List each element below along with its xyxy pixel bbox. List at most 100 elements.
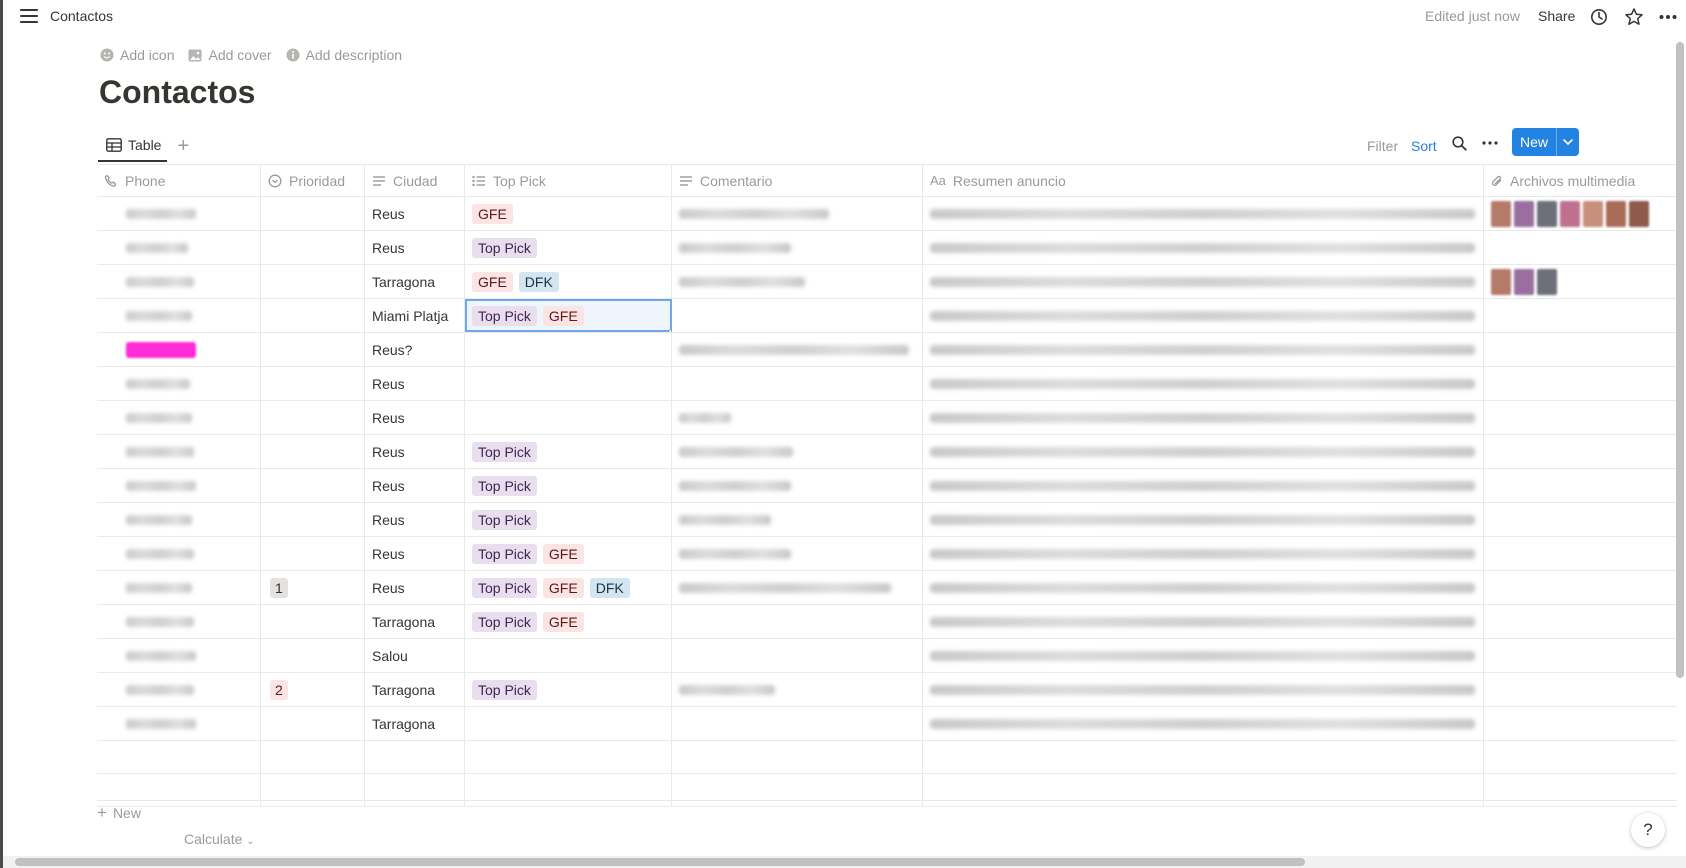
ciudad-cell[interactable]: Miami Platja (365, 299, 465, 332)
media-cell[interactable] (1484, 299, 1677, 332)
add-icon-button[interactable]: Add icon (100, 47, 174, 63)
resumen-cell[interactable] (923, 265, 1484, 298)
ciudad-cell[interactable]: Salou (365, 639, 465, 672)
ciudad-cell[interactable]: Reus (365, 469, 465, 502)
prioridad-cell[interactable] (261, 503, 365, 536)
comentario-cell[interactable] (672, 469, 923, 502)
comentario-cell[interactable] (672, 605, 923, 638)
horizontal-scrollbar[interactable] (3, 856, 1686, 868)
column-header-phone[interactable]: Phone (97, 165, 261, 196)
phone-cell[interactable] (97, 605, 261, 638)
comentario-cell[interactable] (672, 673, 923, 706)
resumen-cell[interactable] (923, 605, 1484, 638)
resumen-cell[interactable] (923, 503, 1484, 536)
ciudad-cell[interactable]: Reus (365, 367, 465, 400)
top-pick-cell[interactable]: Top Pick (465, 231, 672, 264)
more-options-icon[interactable] (1657, 6, 1679, 28)
top-pick-cell[interactable]: Top Pick GFE (465, 299, 672, 332)
resumen-cell[interactable] (923, 401, 1484, 434)
top-pick-cell[interactable]: GFE DFK (465, 265, 672, 298)
comentario-cell[interactable] (672, 265, 923, 298)
prioridad-cell[interactable] (261, 401, 365, 434)
media-thumbnail[interactable] (1583, 200, 1603, 227)
view-options-icon[interactable] (1479, 132, 1501, 154)
comentario-cell[interactable] (672, 299, 923, 332)
media-cell[interactable] (1484, 707, 1677, 740)
media-thumbnail[interactable] (1537, 268, 1557, 295)
resumen-cell[interactable] (923, 333, 1484, 366)
phone-cell[interactable] (97, 469, 261, 502)
sidebar-menu-icon[interactable] (19, 7, 39, 25)
ciudad-cell[interactable]: Tarragona (365, 605, 465, 638)
media-cell[interactable] (1484, 469, 1677, 502)
calculate-button[interactable]: Calculate ⌄ (184, 831, 255, 847)
table-row[interactable]: Reus Top Pick (97, 231, 1677, 265)
table-row[interactable]: Reus GFE (97, 197, 1677, 231)
phone-cell[interactable] (97, 503, 261, 536)
resumen-cell[interactable] (923, 367, 1484, 400)
media-cell[interactable] (1484, 605, 1677, 638)
comentario-cell[interactable] (672, 435, 923, 468)
sort-button[interactable]: Sort (1411, 133, 1437, 159)
column-header-top-pick[interactable]: Top Pick (465, 165, 672, 196)
comentario-cell[interactable] (672, 231, 923, 264)
comentario-cell[interactable] (672, 367, 923, 400)
top-pick-cell[interactable]: Top Pick (465, 673, 672, 706)
resumen-cell[interactable] (923, 299, 1484, 332)
media-thumbnail[interactable] (1606, 200, 1626, 227)
media-thumbnail[interactable] (1560, 200, 1580, 227)
prioridad-cell[interactable] (261, 639, 365, 672)
prioridad-cell[interactable] (261, 197, 365, 230)
ciudad-cell[interactable]: Tarragona (365, 673, 465, 706)
resumen-cell[interactable] (923, 673, 1484, 706)
resumen-cell[interactable] (923, 571, 1484, 604)
comentario-cell[interactable] (672, 401, 923, 434)
prioridad-cell[interactable]: 2 (261, 673, 365, 706)
phone-cell[interactable] (97, 265, 261, 298)
comentario-cell[interactable] (672, 537, 923, 570)
table-row[interactable]: Reus Top Pick (97, 435, 1677, 469)
prioridad-cell[interactable] (261, 537, 365, 570)
media-cell[interactable] (1484, 197, 1677, 230)
prioridad-cell[interactable] (261, 435, 365, 468)
media-thumbnail[interactable] (1537, 200, 1557, 227)
table-row[interactable]: Reus? (97, 333, 1677, 367)
top-pick-cell[interactable]: GFE (465, 197, 672, 230)
top-pick-cell[interactable]: Top Pick (465, 503, 672, 536)
ciudad-cell[interactable]: Reus (365, 503, 465, 536)
phone-cell[interactable] (97, 367, 261, 400)
top-pick-cell[interactable] (465, 639, 672, 672)
resumen-cell[interactable] (923, 639, 1484, 672)
new-dropdown-chevron-icon[interactable] (1557, 128, 1579, 156)
column-header-resumen-anuncio[interactable]: Aa Resumen anuncio (923, 165, 1484, 196)
resumen-cell[interactable] (923, 469, 1484, 502)
add-view-icon[interactable]: + (177, 135, 189, 158)
ciudad-cell[interactable]: Reus (365, 401, 465, 434)
prioridad-cell[interactable] (261, 333, 365, 366)
table-row[interactable]: Reus Top Pick (97, 469, 1677, 503)
prioridad-cell[interactable] (261, 265, 365, 298)
phone-cell[interactable] (97, 299, 261, 332)
prioridad-cell[interactable] (261, 469, 365, 502)
top-pick-cell[interactable]: Top Pick (465, 469, 672, 502)
table-row[interactable]: Reus (97, 367, 1677, 401)
page-title[interactable]: Contactos (99, 74, 255, 111)
phone-cell[interactable] (97, 571, 261, 604)
resumen-cell[interactable] (923, 231, 1484, 264)
prioridad-cell[interactable] (261, 299, 365, 332)
column-header-ciudad[interactable]: Ciudad (365, 165, 465, 196)
table-row[interactable]: Reus Top Pick (97, 503, 1677, 537)
phone-cell[interactable] (97, 435, 261, 468)
ciudad-cell[interactable]: Reus (365, 435, 465, 468)
resumen-cell[interactable] (923, 707, 1484, 740)
add-cover-button[interactable]: Add cover (188, 47, 272, 63)
media-thumbnail[interactable] (1514, 268, 1534, 295)
prioridad-cell[interactable] (261, 367, 365, 400)
resumen-cell[interactable] (923, 197, 1484, 230)
media-cell[interactable] (1484, 231, 1677, 264)
table-row[interactable]: Tarragona GFE DFK (97, 265, 1677, 299)
comentario-cell[interactable] (672, 707, 923, 740)
table-row[interactable]: 2 Tarragona Top Pick (97, 673, 1677, 707)
prioridad-cell[interactable]: 1 (261, 571, 365, 604)
table-row[interactable]: Salou (97, 639, 1677, 673)
